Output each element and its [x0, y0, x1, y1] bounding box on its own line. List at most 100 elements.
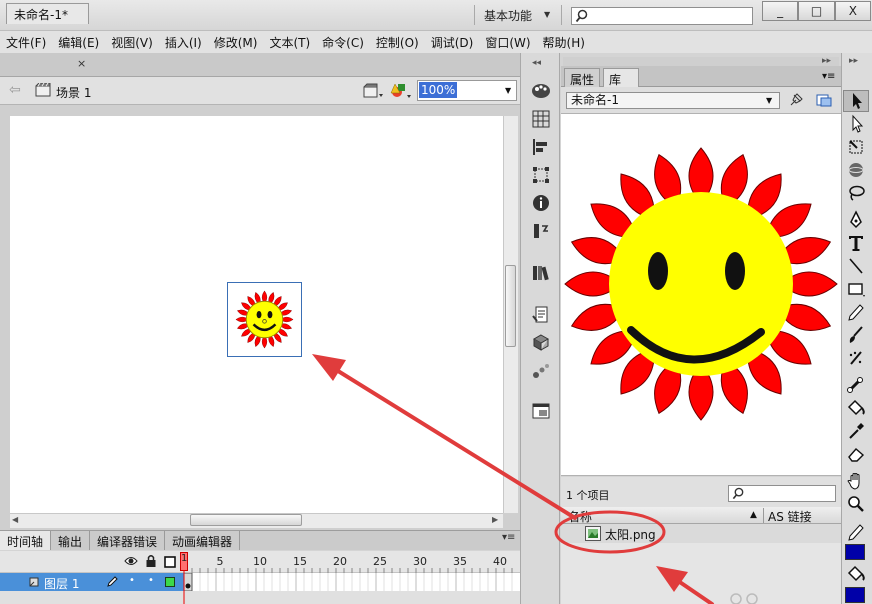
selection-tool-icon[interactable] [845, 91, 867, 111]
eraser-tool-icon[interactable] [845, 444, 867, 464]
workspace-switcher[interactable]: 基本功能 [484, 7, 532, 24]
components-icon[interactable] [530, 332, 552, 354]
tab-library[interactable]: 库 [603, 68, 639, 87]
frame-grid[interactable] [184, 573, 520, 591]
chevron-down-icon[interactable]: ▼ [544, 10, 550, 19]
frame-number: 5 [217, 555, 224, 568]
visibility-dot[interactable]: • [129, 575, 135, 586]
chevron-down-icon[interactable]: ▼ [766, 96, 772, 105]
panel-menu-icon[interactable]: ▾≡ [502, 532, 515, 543]
help-search-input[interactable] [571, 7, 753, 25]
subselection-tool-icon[interactable] [845, 114, 867, 134]
edit-scene-icon[interactable] [362, 82, 384, 100]
panel-menu-icon[interactable]: ▾≡ [822, 71, 835, 82]
menu-edit[interactable]: 编辑(E) [58, 34, 99, 51]
pencil-tool-icon[interactable] [845, 302, 867, 322]
outline-icon[interactable] [164, 556, 176, 568]
stage-sun-bitmap[interactable] [227, 282, 302, 357]
tab-output[interactable]: 输出 [51, 531, 91, 550]
brush-tool-icon[interactable] [845, 325, 867, 345]
deco-tool-icon[interactable] [845, 348, 867, 368]
pencil-icon[interactable] [106, 576, 118, 588]
line-tool-icon[interactable] [845, 256, 867, 276]
horizontal-scroll-thumb[interactable] [190, 514, 302, 526]
tab-compiler-errors[interactable]: 编译器错误 [90, 531, 166, 550]
edit-symbol-icon[interactable] [390, 81, 412, 101]
layer-row[interactable]: • • [0, 573, 184, 591]
new-library-panel-icon[interactable] [815, 92, 833, 108]
vertical-scroll-thumb[interactable] [505, 265, 516, 347]
expand-arrows-icon[interactable]: ▸▸ [849, 56, 858, 66]
pen-tool-icon[interactable] [845, 210, 867, 230]
motion-presets-icon[interactable] [530, 360, 552, 382]
stroke-color-swatch[interactable] [845, 544, 865, 560]
frame-number: 15 [293, 555, 307, 568]
zoom-value[interactable]: 100% [419, 82, 458, 98]
scene-panel-icon[interactable] [530, 220, 552, 242]
free-transform-tool-icon[interactable] [845, 137, 867, 157]
library-books-icon[interactable] [530, 262, 552, 284]
scroll-left-icon[interactable]: ◀ [12, 515, 18, 524]
scene-label: 场景 1 [56, 86, 92, 100]
column-as-linkage[interactable]: AS 链接 [768, 508, 812, 525]
lasso-tool-icon[interactable] [845, 183, 867, 203]
eyedropper-tool-icon[interactable] [845, 421, 867, 441]
document-tab[interactable]: 未命名-1* [6, 3, 89, 24]
frame-ruler[interactable]: 5 10 15 20 25 30 35 40 [184, 551, 520, 573]
lock-icon[interactable] [145, 554, 157, 568]
window-controls: _ □ X [762, 1, 871, 21]
stroke-color-icon[interactable] [845, 522, 867, 542]
minimize-button[interactable]: _ [762, 1, 799, 21]
menu-text[interactable]: 文本(T) [269, 34, 310, 51]
zoom-tool-icon[interactable] [845, 494, 867, 514]
align-icon[interactable] [530, 136, 552, 158]
layer-name[interactable]: 图层 1 [44, 575, 79, 592]
frame-number: 20 [333, 555, 347, 568]
library-item-row[interactable] [561, 524, 841, 543]
fill-color-swatch[interactable] [845, 587, 865, 603]
fill-color-icon[interactable] [845, 564, 867, 584]
pin-icon[interactable] [788, 92, 806, 108]
info-icon[interactable] [530, 192, 552, 214]
menu-commands[interactable]: 命令(C) [322, 34, 364, 51]
menu-file[interactable]: 文件(F) [6, 34, 46, 51]
project-panel-icon[interactable] [530, 400, 552, 422]
lock-dot[interactable]: • [148, 575, 154, 586]
library-item-name[interactable]: 太阳.png [605, 526, 656, 543]
column-name[interactable]: 名称 [568, 508, 592, 525]
menu-window[interactable]: 窗口(W) [485, 34, 530, 51]
sun-eye [267, 310, 273, 319]
back-arrow-icon[interactable]: ⇦ [9, 82, 21, 98]
collapse-arrows-icon[interactable]: ◂◂ [532, 58, 541, 68]
menu-insert[interactable]: 插入(I) [165, 34, 202, 51]
menu-help[interactable]: 帮助(H) [543, 34, 585, 51]
eye-icon[interactable] [124, 555, 138, 567]
bone-tool-icon[interactable] [845, 375, 867, 395]
menu-debug[interactable]: 调试(D) [431, 34, 474, 51]
text-tool-icon[interactable] [845, 233, 867, 253]
chevron-down-icon[interactable]: ▼ [505, 86, 511, 95]
library-document-select[interactable]: 未命名-1 [566, 92, 780, 109]
color-palette-icon[interactable] [530, 80, 552, 102]
maximize-button[interactable]: □ [798, 1, 835, 21]
sort-ascending-icon[interactable]: ▲ [750, 510, 757, 520]
rectangle-tool-icon[interactable] [845, 279, 867, 299]
transform-icon[interactable] [530, 164, 552, 186]
menu-modify[interactable]: 修改(M) [214, 34, 258, 51]
hand-tool-icon[interactable] [845, 471, 867, 491]
close-button[interactable]: X [834, 1, 871, 21]
tab-timeline[interactable]: 时间轴 [0, 531, 52, 550]
actions-icon[interactable] [530, 304, 552, 326]
scroll-right-icon[interactable]: ▶ [492, 515, 498, 524]
3d-rotation-tool-icon[interactable] [845, 160, 867, 180]
tab-properties[interactable]: 属性 [564, 68, 601, 87]
scene-icon [35, 83, 51, 97]
tab-motion-editor[interactable]: 动画编辑器 [165, 531, 241, 550]
menu-control[interactable]: 控制(O) [376, 34, 419, 51]
menu-view[interactable]: 视图(V) [111, 34, 153, 51]
layer-outline-color[interactable] [165, 577, 175, 587]
expand-arrows-icon[interactable]: ▸▸ [822, 56, 831, 66]
paint-bucket-tool-icon[interactable] [845, 398, 867, 418]
swatches-icon[interactable] [530, 108, 552, 130]
close-icon[interactable]: × [77, 57, 86, 70]
